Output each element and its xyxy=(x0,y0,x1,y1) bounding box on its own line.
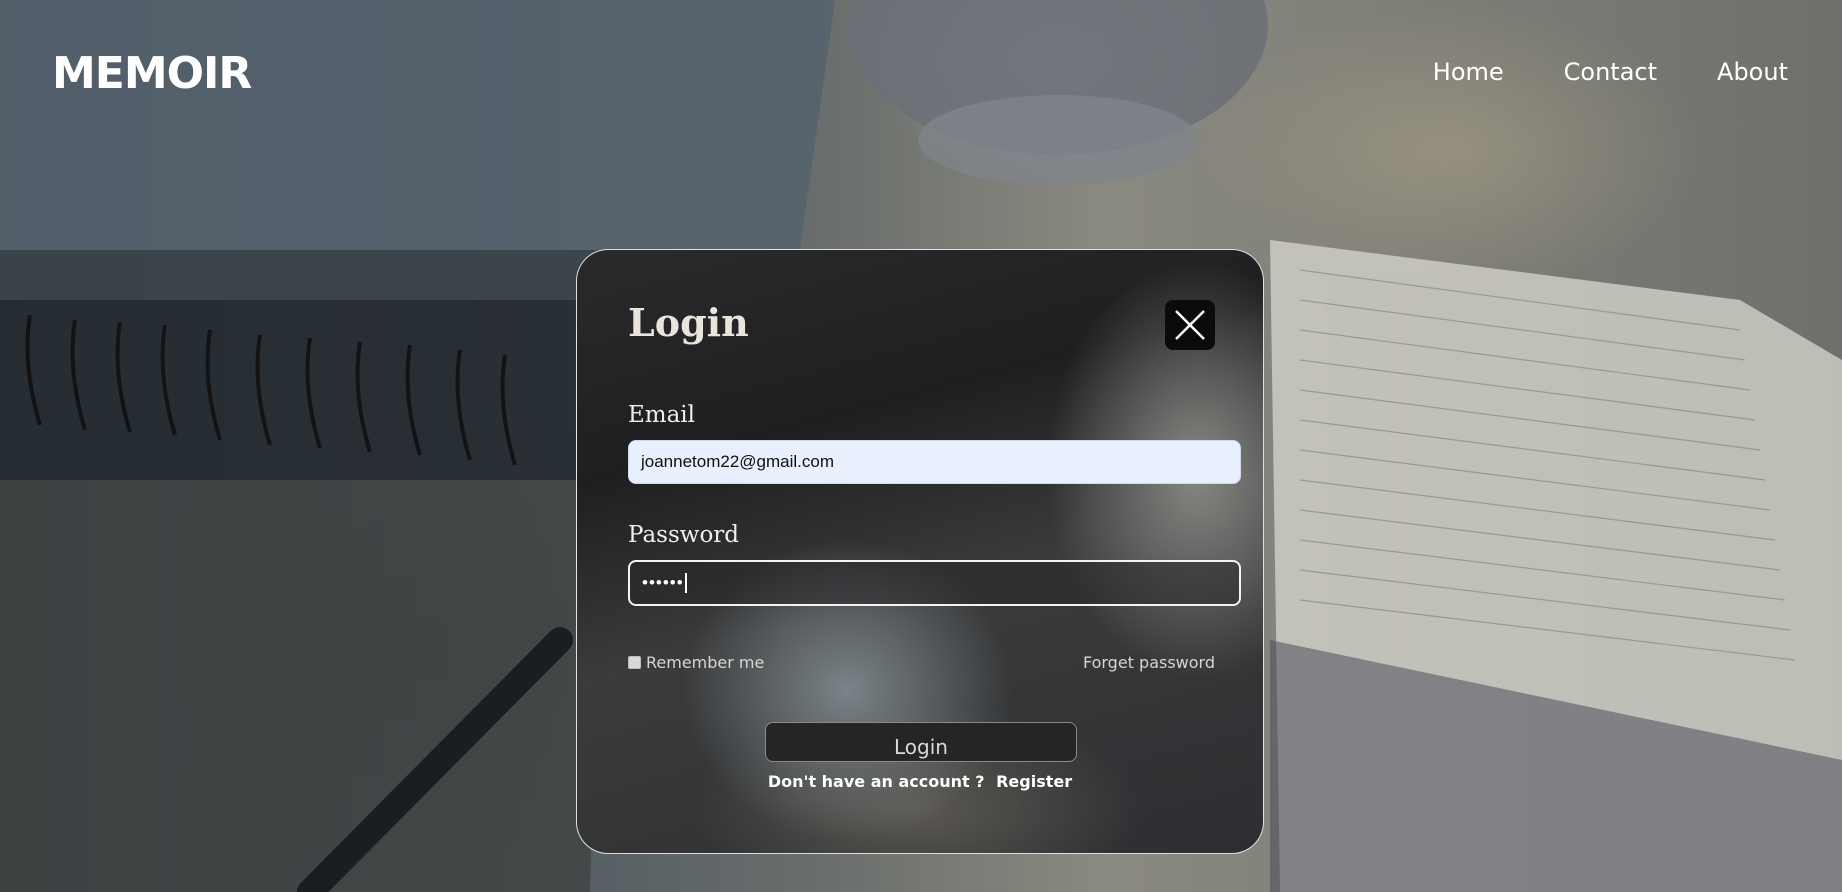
login-title: Login xyxy=(628,300,749,345)
remember-me[interactable]: Remember me xyxy=(628,653,764,672)
email-label: Email xyxy=(628,402,696,428)
nav-links: Home Contact About xyxy=(1433,58,1788,86)
password-label: Password xyxy=(628,522,740,548)
close-button[interactable] xyxy=(1165,300,1215,350)
brand-logo[interactable]: MEMOIR xyxy=(52,48,252,99)
register-link[interactable]: Register xyxy=(996,772,1072,791)
login-modal: Login Email joannetom22@gmail.com Passwo… xyxy=(576,249,1264,854)
nav-contact-link[interactable]: Contact xyxy=(1564,58,1657,86)
password-value: •••••• xyxy=(642,573,684,592)
register-row: Don't have an account ? Register xyxy=(577,772,1263,791)
forget-password-link[interactable]: Forget password xyxy=(1083,653,1215,672)
password-field[interactable]: •••••• xyxy=(628,560,1241,606)
login-button[interactable]: Login xyxy=(765,722,1077,762)
text-cursor xyxy=(684,573,687,593)
navbar: MEMOIR Home Contact About xyxy=(0,0,1842,150)
close-icon xyxy=(1175,310,1205,340)
email-value: joannetom22@gmail.com xyxy=(641,452,835,471)
nav-home-link[interactable]: Home xyxy=(1433,58,1504,86)
email-field[interactable]: joannetom22@gmail.com xyxy=(628,440,1241,484)
remember-me-checkbox[interactable] xyxy=(628,656,641,669)
login-options: Remember me Forget password xyxy=(628,653,1215,675)
remember-me-label: Remember me xyxy=(646,653,765,672)
no-account-text: Don't have an account ? xyxy=(767,772,985,791)
nav-about-link[interactable]: About xyxy=(1717,58,1788,86)
